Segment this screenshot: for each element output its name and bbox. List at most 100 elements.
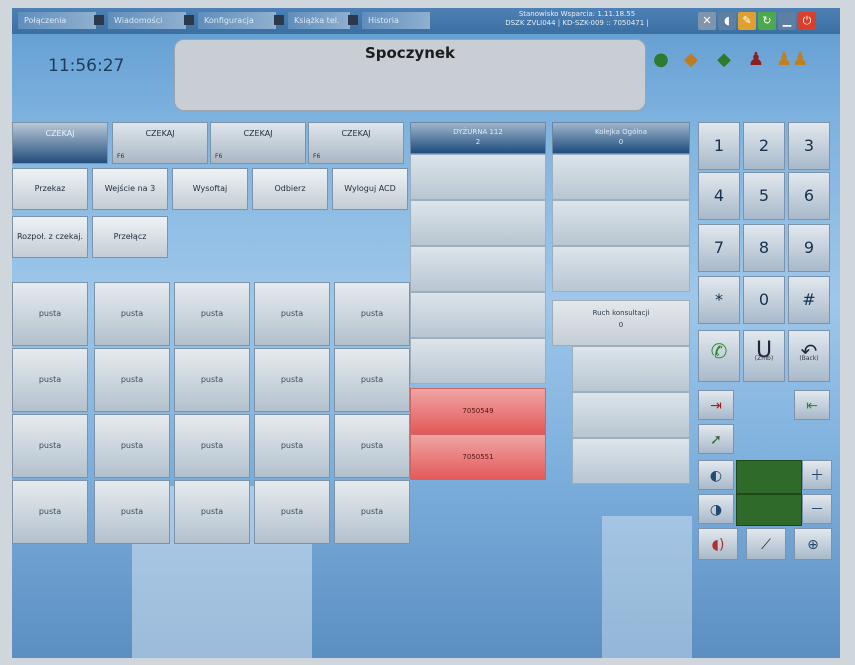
tab-historia[interactable]: Historia [362, 12, 430, 29]
volume-down-icon[interactable]: － [802, 494, 832, 524]
station-line-2: DSZK ZVLI044 | KD-SZK-009 :: 7050471 | [505, 19, 649, 27]
queue-slot[interactable] [410, 154, 546, 200]
keypad-key[interactable]: * [698, 276, 740, 324]
speed-dial-button[interactable]: pusta [254, 480, 330, 544]
przelacz-button[interactable]: Przełącz [92, 216, 168, 258]
wait-label: CZEKAJ [341, 129, 371, 138]
speed-dial-button[interactable]: pusta [12, 480, 88, 544]
microphone-icon[interactable]: ⟋ [746, 528, 786, 560]
queued-call[interactable]: 7050549 [410, 388, 546, 434]
queue-slot[interactable] [552, 246, 690, 292]
transfer-out-icon[interactable]: ⇥ [698, 390, 734, 420]
speed-dial-button[interactable]: pusta [334, 348, 410, 412]
headset-in-icon[interactable]: ◐ [698, 460, 734, 490]
sound-icon[interactable]: ◖ [718, 12, 736, 30]
agent-pause-icon[interactable]: ◆ [679, 48, 703, 72]
wait-button-1[interactable]: CZEKAJ [12, 122, 108, 164]
minimize-icon[interactable]: ▁ [778, 12, 796, 30]
tab-ksiazka[interactable]: Książka tel. [288, 12, 358, 29]
queue-slot[interactable] [410, 200, 546, 246]
tab-wiadomosci[interactable]: Wiadomości [108, 12, 194, 29]
queue-slot[interactable] [552, 154, 690, 200]
clock: 11:56:27 [48, 56, 125, 76]
consult-panel[interactable]: Ruch konsultacji 0 [552, 300, 690, 346]
queued-call[interactable]: 7050551 [410, 434, 546, 480]
keypad-key[interactable]: 0 [743, 276, 785, 324]
back-button[interactable]: ↶ (Back) [788, 330, 830, 382]
speed-dial-button[interactable]: pusta [174, 282, 250, 346]
speed-dial-button[interactable]: pusta [254, 348, 330, 412]
mute-icon[interactable]: ✕ [698, 12, 716, 30]
wait-label: CZEKAJ [45, 129, 75, 138]
speed-dial-button[interactable]: pusta [174, 480, 250, 544]
keypad-key[interactable]: 1 [698, 122, 740, 170]
keypad-key[interactable]: 8 [743, 224, 785, 272]
tab-label: Konfiguracja [204, 16, 254, 25]
keypad-key[interactable]: 5 [743, 172, 785, 220]
agent-status-icon[interactable]: ◆ [712, 48, 736, 72]
speed-dial-button[interactable]: pusta [254, 282, 330, 346]
keypad-key[interactable]: 7 [698, 224, 740, 272]
lock-icon[interactable]: ⊕ [794, 528, 832, 560]
keypad-key[interactable]: 4 [698, 172, 740, 220]
speed-dial-button[interactable]: pusta [94, 348, 170, 412]
agent-ready-icon[interactable]: ● [652, 48, 670, 72]
wejscie-na-3-button[interactable]: Wejście na 3 [92, 168, 168, 210]
speed-dial-button[interactable]: pusta [94, 282, 170, 346]
queue-count: 0 [618, 138, 624, 146]
edit-icon[interactable]: ✎ [738, 12, 756, 30]
power-icon[interactable]: ⏻ [798, 12, 816, 30]
forward-icon[interactable]: ➚ [698, 424, 734, 454]
wyloguj-acd-button[interactable]: Wyloguj ACD [332, 168, 408, 210]
queue-count: 2 [475, 138, 481, 146]
tab-konfiguracja[interactable]: Konfiguracja [198, 12, 284, 29]
przekaz-button[interactable]: Przekaz [12, 168, 88, 210]
speed-dial-button[interactable]: pusta [174, 414, 250, 478]
queue-slot[interactable] [572, 392, 690, 438]
headset-out-icon[interactable]: ◑ [698, 494, 734, 524]
station-info: Stanowisko Wsparcia: 1.11.18.55 DSZK ZVL… [492, 10, 662, 28]
line-indicator-1 [736, 460, 802, 494]
odbierz-button[interactable]: Odbierz [252, 168, 328, 210]
keypad-key[interactable]: # [788, 276, 830, 324]
queue-slot[interactable] [552, 200, 690, 246]
rozpolacz-button[interactable]: Rozpoł. z czekaj. [12, 216, 88, 258]
tab-polaczenia[interactable]: Połączenia [18, 12, 104, 29]
speed-dial-button[interactable]: pusta [334, 480, 410, 544]
speed-dial-button[interactable]: pusta [12, 282, 88, 346]
queue-slot[interactable] [410, 246, 546, 292]
speed-dial-button[interactable]: pusta [334, 414, 410, 478]
call-icon[interactable]: ✆ [698, 330, 740, 382]
queue-slot[interactable] [410, 338, 546, 384]
keypad-key[interactable]: 2 [743, 122, 785, 170]
queue-slot[interactable] [572, 346, 690, 392]
transfer-in-icon[interactable]: ⇤ [794, 390, 830, 420]
refresh-icon[interactable]: ↻ [758, 12, 776, 30]
volume-up-icon[interactable]: ＋ [802, 460, 832, 490]
keypad-key[interactable]: 6 [788, 172, 830, 220]
speed-dial-button[interactable]: pusta [94, 480, 170, 544]
queue-ogolna-header[interactable]: Kolejka Ogólna 0 [552, 122, 690, 154]
wysoftaj-button[interactable]: Wysoftaj [172, 168, 248, 210]
wait-button-2[interactable]: CZEKAJ F6 [112, 122, 208, 164]
speaker-icon[interactable]: ◖) [698, 528, 738, 560]
queue-slot[interactable] [572, 438, 690, 484]
queue-name: Kolejka Ogólna [594, 128, 648, 136]
agents-link-icon[interactable]: ♟ [742, 48, 770, 72]
speed-dial-button[interactable]: pusta [94, 414, 170, 478]
wait-button-4[interactable]: CZEKAJ F6 [308, 122, 404, 164]
speed-dial-button[interactable]: pusta [334, 282, 410, 346]
queue-slot[interactable] [410, 292, 546, 338]
wait-label: CZEKAJ [243, 129, 273, 138]
speed-dial-button[interactable]: pusta [12, 414, 88, 478]
wait-button-3[interactable]: CZEKAJ F6 [210, 122, 306, 164]
speed-dial-button[interactable]: pusta [254, 414, 330, 478]
speed-dial-button[interactable]: pusta [174, 348, 250, 412]
queue-dyzurna-header[interactable]: DYŻURNA 112 2 [410, 122, 546, 154]
speed-dial-button[interactable]: pusta [12, 348, 88, 412]
hold-button[interactable]: U (Zmb) [743, 330, 785, 382]
keypad-key[interactable]: 3 [788, 122, 830, 170]
tab-label: Książka tel. [294, 16, 340, 25]
keypad-key[interactable]: 9 [788, 224, 830, 272]
agents-group-icon[interactable]: ♟♟ [776, 48, 808, 72]
